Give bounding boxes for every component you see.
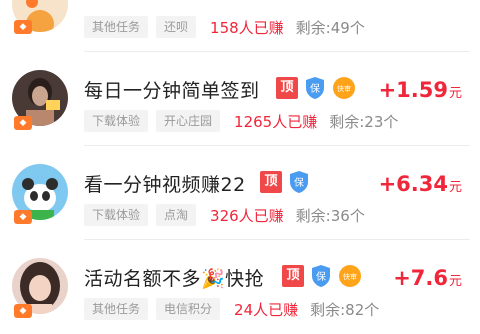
bao-label: 保: [310, 82, 320, 95]
bao-label: 保: [294, 176, 304, 189]
category-tag: 其他任务: [84, 298, 149, 320]
reward-price: +7.6元: [393, 266, 462, 290]
task-item[interactable]: ◆ 活动名额不多🎉快抢 顶 保 快审 +7.6元 其他任务 电信积分 24人已赚…: [0, 240, 480, 334]
category-tag: 其他任务: [84, 16, 149, 38]
task-meta: 其他任务 还呗 158人已赚 剩余:49个: [84, 16, 365, 38]
shield-icon: 保: [310, 264, 332, 288]
task-meta: 下载体验 开心庄园 1265人已赚 剩余:23个: [84, 110, 398, 132]
remaining-count: 剩余:82个: [310, 300, 380, 319]
task-meta: 其他任务 电信积分 24人已赚 剩余:82个: [84, 298, 379, 320]
level-badge: ◆: [14, 304, 32, 318]
top-badge: 顶: [276, 77, 298, 99]
task-meta: 下载体验 点淘 326人已赚 剩余:36个: [84, 204, 365, 226]
app-tag: 电信积分: [156, 298, 221, 320]
badge-row: 顶 保: [260, 170, 310, 194]
app-tag: 还呗: [156, 16, 197, 38]
price-value: +6.34: [378, 172, 448, 196]
level-badge: ◆: [14, 210, 32, 224]
task-title: 看一分钟视频赚22: [84, 174, 246, 196]
top-badge: 顶: [282, 265, 304, 287]
task-title: 每日一分钟简单签到: [84, 80, 260, 102]
kuai-label: 快审: [343, 272, 357, 281]
level-badge: ◆: [14, 20, 32, 34]
earned-count: 24人已赚: [234, 300, 299, 319]
price-value: +7.6: [393, 266, 448, 290]
price-value: +1.59: [378, 78, 448, 102]
reward-price: +1.59元: [379, 78, 462, 102]
earned-count: 326人已赚: [210, 206, 284, 225]
level-badge: ◆: [14, 116, 32, 130]
reward-price: +6.34元: [379, 172, 462, 196]
kuai-label: 快审: [337, 84, 351, 93]
task-item[interactable]: ◆ 看一分钟视频赚22 顶 保 +6.34元 下载体验 点淘 326人已赚 剩余…: [0, 146, 480, 240]
remaining-count: 剩余:36个: [295, 206, 365, 225]
remaining-count: 剩余:49个: [295, 18, 365, 37]
top-badge: 顶: [260, 171, 282, 193]
price-unit: 元: [448, 86, 462, 101]
earned-count: 1265人已赚: [234, 112, 318, 131]
badge-row: 顶 保 快审: [282, 264, 362, 288]
fast-review-icon: 快审: [332, 76, 356, 100]
earned-count: 158人已赚: [210, 18, 284, 37]
task-list: ◆ 其他任务 还呗 158人已赚 剩余:49个 ◆ 每日一分钟简单签到 顶 保 …: [0, 0, 480, 334]
app-tag: 开心庄园: [156, 110, 221, 132]
shield-icon: 保: [304, 76, 326, 100]
task-item[interactable]: ◆ 每日一分钟简单签到 顶 保 快审 +1.59元 下载体验 开心庄园 1265…: [0, 52, 480, 146]
remaining-count: 剩余:23个: [329, 112, 399, 131]
price-unit: 元: [448, 180, 462, 195]
category-tag: 下载体验: [84, 110, 149, 132]
badge-row: 顶 保 快审: [276, 76, 356, 100]
app-tag: 点淘: [156, 204, 197, 226]
category-tag: 下载体验: [84, 204, 149, 226]
task-title: 活动名额不多🎉快抢: [84, 268, 265, 290]
price-unit: 元: [448, 274, 462, 289]
shield-icon: 保: [288, 170, 310, 194]
fast-review-icon: 快审: [338, 264, 362, 288]
bao-label: 保: [316, 270, 326, 283]
task-item[interactable]: ◆ 其他任务 还呗 158人已赚 剩余:49个: [0, 0, 480, 52]
